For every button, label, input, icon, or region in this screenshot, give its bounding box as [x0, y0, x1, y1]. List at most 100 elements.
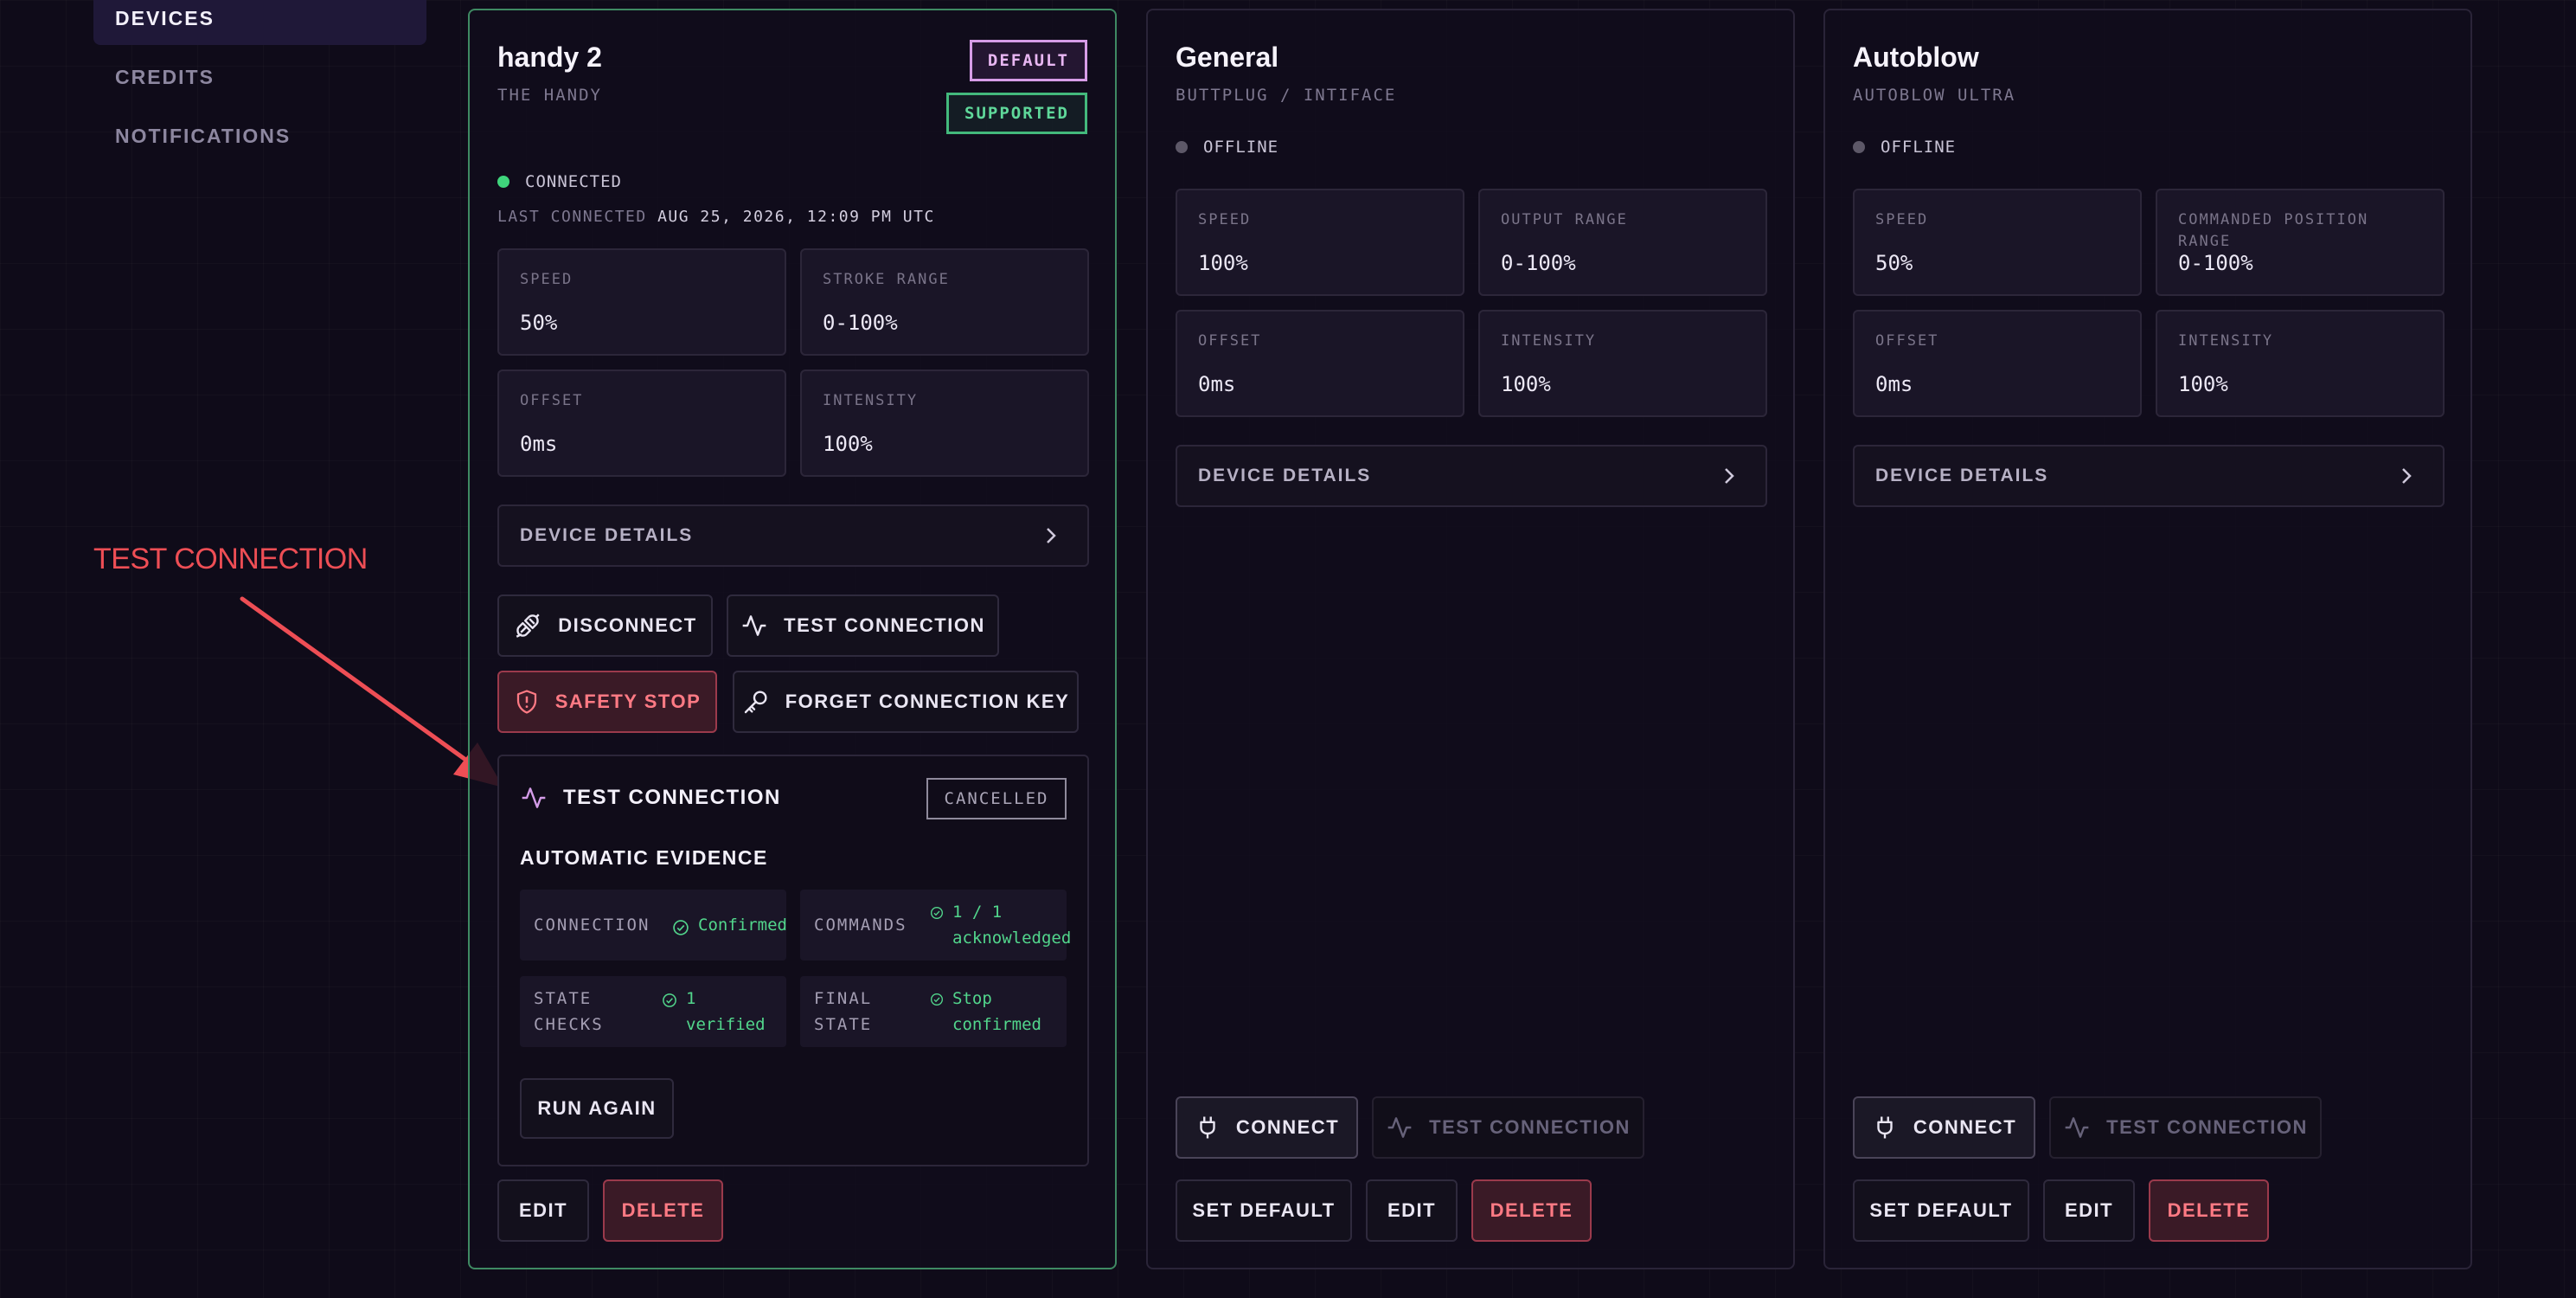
test-connection-label: TEST CONNECTION [2106, 1116, 2308, 1138]
connect-label: CONNECT [1235, 1116, 1340, 1138]
status-dot-icon [497, 176, 509, 188]
forget-connection-key-button[interactable]: FORGET CONNECTION KEY [733, 671, 1079, 733]
delete-button[interactable]: DELETE [603, 1179, 723, 1242]
stat-speed: SPEED 50% [1853, 189, 2142, 296]
edit-button[interactable]: EDIT [1366, 1179, 1458, 1242]
stat-label: SPEED [1875, 211, 1929, 228]
check-circle-icon [663, 993, 676, 1007]
test-panel-title-text: TEST CONNECTION [563, 786, 781, 809]
plug-icon [1200, 1116, 1215, 1139]
delete-button[interactable]: DELETE [2149, 1179, 2269, 1242]
stat-value: 0-100% [2178, 251, 2253, 275]
stat-value: 0-100% [823, 311, 898, 335]
device-name: Autoblow [1853, 42, 1979, 73]
test-connection-panel: TEST CONNECTION CANCELLED AUTOMATIC EVID… [497, 755, 1089, 1166]
stat-intensity: INTENSITY 100% [2156, 310, 2445, 417]
device-details-label: DEVICE DETAILS [1875, 466, 2049, 485]
stat-value: 100% [823, 432, 873, 456]
run-again-button[interactable]: RUN AGAIN [520, 1078, 674, 1139]
stat-offset: OFFSET 0ms [1853, 310, 2142, 417]
chevron-right-icon [1047, 528, 1056, 543]
device-card-handy: handy 2 THE HANDY DEFAULT SUPPORTED CONN… [468, 9, 1117, 1269]
stat-speed: SPEED 100% [1176, 189, 1464, 296]
unplug-icon [516, 614, 540, 638]
stat-label: OUTPUT RANGE [1501, 211, 1628, 228]
stat-intensity: INTENSITY 100% [1478, 310, 1767, 417]
evidence-value: 1 / 1 acknowledged [930, 899, 1077, 951]
stat-stroke-range: STROKE RANGE 0-100% [800, 248, 1089, 356]
set-default-button[interactable]: SET DEFAULT [1176, 1179, 1352, 1242]
activity-icon [2065, 1117, 2089, 1138]
automatic-evidence-heading: AUTOMATIC EVIDENCE [520, 846, 768, 869]
forget-connection-key-label: FORGET CONNECTION KEY [785, 691, 1070, 712]
connect-button[interactable]: CONNECT [1853, 1096, 2035, 1159]
evidence-value-text: Stop confirmed [952, 989, 1041, 1034]
stat-value: 0ms [520, 432, 558, 456]
stat-label: OFFSET [1875, 332, 1939, 350]
stat-label: OFFSET [520, 392, 584, 409]
connection-status: OFFLINE [1176, 138, 1278, 157]
evidence-state-checks: STATE CHECKS 1 verified [520, 976, 786, 1047]
disconnect-label: DISCONNECT [558, 614, 697, 636]
status-dot-icon [1853, 141, 1865, 153]
device-type: AUTOBLOW ULTRA [1853, 86, 2016, 105]
evidence-commands: COMMANDS 1 / 1 acknowledged [800, 890, 1071, 961]
default-badge: DEFAULT [969, 40, 1087, 81]
test-connection-button[interactable]: TEST CONNECTION [2049, 1096, 2322, 1159]
test-connection-button[interactable]: TEST CONNECTION [1372, 1096, 1644, 1159]
stat-label: INTENSITY [2178, 332, 2274, 350]
device-details-toggle[interactable]: DEVICE DETAILS [1176, 445, 1767, 507]
safety-stop-label: SAFETY STOP [554, 691, 702, 712]
stat-value: 0ms [1198, 372, 1236, 396]
activity-icon [742, 615, 766, 636]
status-text: CONNECTED [525, 172, 622, 191]
last-connected: LAST CONNECTED AUG 25, 2026, 12:09 PM UT… [497, 208, 935, 226]
shield-alert-icon [516, 690, 536, 714]
stat-value: 100% [1501, 372, 1551, 396]
activity-icon [522, 787, 546, 808]
test-connection-button[interactable]: TEST CONNECTION [727, 594, 999, 657]
stat-value: 100% [1198, 251, 1248, 275]
connection-status: OFFLINE [1853, 138, 1956, 157]
device-details-label: DEVICE DETAILS [1198, 466, 1372, 485]
device-card-autoblow: Autoblow AUTOBLOW ULTRA OFFLINE SPEED 50… [1823, 9, 2472, 1269]
stat-label: INTENSITY [823, 392, 919, 409]
edit-button[interactable]: EDIT [2043, 1179, 2135, 1242]
stat-label: OFFSET [1198, 332, 1262, 350]
device-details-toggle[interactable]: DEVICE DETAILS [497, 504, 1089, 567]
check-circle-icon [931, 993, 943, 1006]
stat-offset: OFFSET 0ms [497, 369, 786, 477]
chevron-right-icon [2402, 468, 2412, 484]
test-status-badge: CANCELLED [926, 778, 1067, 819]
connect-label: CONNECT [1913, 1116, 2017, 1138]
safety-stop-button[interactable]: SAFETY STOP [497, 671, 717, 733]
evidence-value-text: Confirmed [698, 916, 787, 935]
delete-button[interactable]: DELETE [1471, 1179, 1592, 1242]
evidence-value: 1 verified [662, 986, 783, 1038]
device-details-toggle[interactable]: DEVICE DETAILS [1853, 445, 2445, 507]
stat-label: SPEED [1198, 211, 1252, 228]
chevron-right-icon [1725, 468, 1734, 484]
device-name: handy 2 [497, 42, 602, 73]
stat-intensity: INTENSITY 100% [800, 369, 1089, 477]
stat-label: STROKE RANGE [823, 271, 950, 288]
test-connection-label: TEST CONNECTION [784, 614, 985, 636]
test-panel-title: TEST CONNECTION [520, 784, 781, 812]
evidence-final-state: FINAL STATE Stop confirmed [800, 976, 1067, 1047]
set-default-button[interactable]: SET DEFAULT [1853, 1179, 2029, 1242]
key-icon [744, 691, 767, 714]
evidence-connection: CONNECTION Confirmed [520, 890, 787, 961]
evidence-label: STATE CHECKS [534, 989, 604, 1034]
device-type: BUTTPLUG / INTIFACE [1176, 86, 1397, 105]
plug-icon [1877, 1116, 1893, 1139]
connect-button[interactable]: CONNECT [1176, 1096, 1358, 1159]
edit-button[interactable]: EDIT [497, 1179, 589, 1242]
stat-value: 50% [520, 311, 558, 335]
disconnect-button[interactable]: DISCONNECT [497, 594, 713, 657]
evidence-value: Confirmed [672, 912, 802, 938]
device-name: General [1176, 42, 1279, 73]
device-card-general: General BUTTPLUG / INTIFACE OFFLINE SPEE… [1146, 9, 1795, 1269]
stat-value: 0-100% [1501, 251, 1576, 275]
supported-badge: SUPPORTED [946, 93, 1087, 134]
last-connected-value: AUG 25, 2026, 12:09 PM UTC [657, 208, 935, 226]
